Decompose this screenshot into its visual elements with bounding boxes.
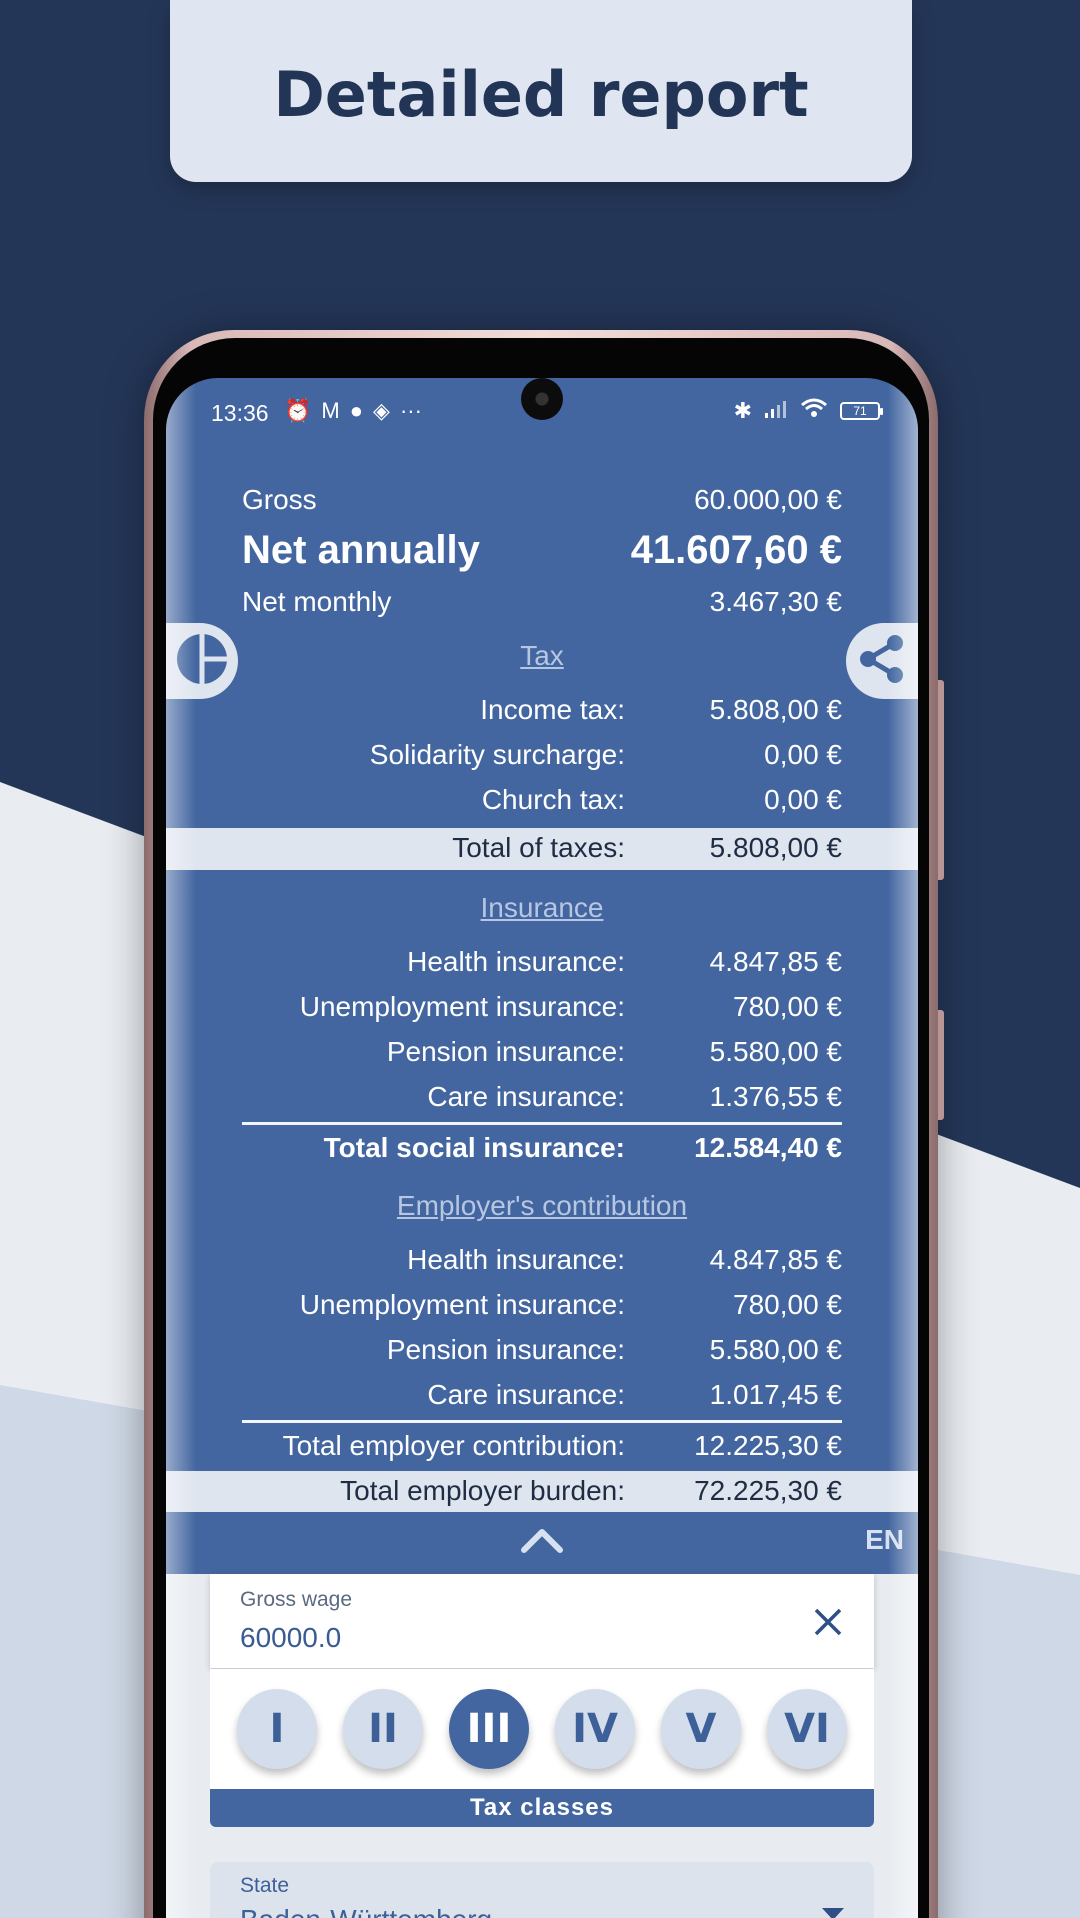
employer-unemployment-value: 780,00 € [733, 1289, 842, 1320]
total-social-insurance-value: 12.584,40 € [694, 1132, 842, 1163]
chevron-up-icon[interactable] [520, 1526, 564, 1559]
total-taxes-row: Total of taxes: 5.808,00 € [166, 828, 918, 870]
total-taxes-value: 5.808,00 € [709, 832, 842, 863]
total-social-insurance-label: Total social insurance: [323, 1132, 625, 1163]
total-employer-burden-value: 72.225,30 € [694, 1475, 842, 1506]
health-insurance-label: Health insurance: [407, 946, 625, 977]
status-icons-right: ✱ 71 [733, 398, 883, 424]
total-employer-burden-label: Total employer burden: [340, 1475, 625, 1506]
tax-classes-label: Tax classes [210, 1789, 874, 1827]
gross-wage-input[interactable]: 60000.0 [240, 1622, 341, 1654]
employer-divider [242, 1420, 842, 1423]
employer-care-label: Care insurance: [427, 1379, 625, 1410]
employer-pension-label: Pension insurance: [386, 1334, 625, 1365]
care-insurance-label: Care insurance: [427, 1081, 625, 1112]
battery-icon: 71 [840, 402, 883, 420]
dropdown-arrow-icon[interactable] [822, 1908, 844, 1918]
bluetooth-icon: ✱ [733, 398, 752, 423]
app-icon: ● [349, 398, 364, 423]
solidarity-label: Solidarity surcharge: [369, 739, 625, 770]
power-button [938, 1010, 944, 1120]
total-employer-contribution-value: 12.225,30 € [694, 1430, 842, 1461]
employer-section-title[interactable]: Employer's contribution [166, 1190, 918, 1222]
unemployment-insurance-value: 780,00 € [733, 991, 842, 1022]
employer-health-value: 4.847,85 € [709, 1244, 842, 1275]
tax-class-i-button[interactable]: I [237, 1689, 317, 1769]
state-value[interactable]: Baden-Württemberg [240, 1904, 492, 1918]
solidarity-value: 0,00 € [764, 739, 842, 770]
tax-class-ii-button[interactable]: II [343, 1689, 423, 1769]
language-button[interactable]: EN [865, 1524, 904, 1556]
unemployment-insurance-label: Unemployment insurance: [299, 991, 625, 1022]
tax-class-selector: I II III IV V VI [210, 1669, 874, 1789]
net-annual-label: Net annually [242, 528, 480, 572]
tax-class-v-button[interactable]: V [661, 1689, 741, 1769]
volume-button [938, 680, 944, 880]
front-camera [521, 378, 563, 420]
tax-class-iv-button[interactable]: IV [555, 1689, 635, 1769]
employer-health-label: Health insurance: [407, 1244, 625, 1275]
pension-insurance-label: Pension insurance: [386, 1036, 625, 1067]
care-insurance-value: 1.376,55 € [709, 1081, 842, 1112]
state-label: State [240, 1874, 290, 1897]
gmail-icon: M [321, 398, 340, 423]
insurance-section-title[interactable]: Insurance [166, 892, 918, 924]
tax-section-title[interactable]: Tax [166, 640, 918, 672]
status-bar: 13:36 ⏰ M ● ◈ ··· ✱ 71 [166, 378, 918, 448]
phone-screen: 13:36 ⏰ M ● ◈ ··· ✱ 71 Gross 60.000,00 €… [166, 378, 918, 1918]
gross-wage-label: Gross wage [240, 1588, 353, 1611]
state-dropdown[interactable]: State Baden-Württemberg [210, 1862, 874, 1918]
total-employer-burden-row: Total employer burden: 72.225,30 € [166, 1471, 918, 1513]
total-taxes-label: Total of taxes: [452, 832, 625, 863]
tax-class-iii-button[interactable]: III [449, 1689, 529, 1769]
employer-unemployment-label: Unemployment insurance: [299, 1289, 625, 1320]
income-tax-value: 5.808,00 € [709, 694, 842, 725]
employer-pension-value: 5.580,00 € [709, 1334, 842, 1365]
gross-value: 60.000,00 € [694, 484, 842, 515]
income-tax-label: Income tax: [480, 694, 625, 725]
net-monthly-label: Net monthly [242, 586, 392, 617]
total-employer-contribution-label: Total employer contribution: [282, 1430, 625, 1461]
net-monthly-value: 3.467,30 € [709, 586, 842, 617]
gross-label: Gross [242, 484, 317, 515]
status-icons-left: ⏰ M ● ◈ ··· [284, 398, 422, 424]
alarm-icon: ⏰ [284, 398, 312, 423]
wifi-icon [800, 398, 828, 424]
church-tax-value: 0,00 € [764, 784, 842, 815]
collapse-bar[interactable]: EN [166, 1512, 918, 1574]
employer-care-value: 1.017,45 € [709, 1379, 842, 1410]
banner-title: Detailed report [273, 57, 809, 131]
insurance-divider [242, 1122, 842, 1125]
tax-class-vi-button[interactable]: VI [767, 1689, 847, 1769]
health-insurance-value: 4.847,85 € [709, 946, 842, 977]
status-time: 13:36 [211, 400, 269, 426]
signal-icon [764, 398, 788, 424]
pension-insurance-value: 5.580,00 € [709, 1036, 842, 1067]
church-tax-label: Church tax: [481, 784, 625, 815]
close-icon[interactable] [810, 1604, 846, 1640]
promo-banner: Detailed report [170, 0, 912, 182]
net-annual-value: 41.607,60 € [630, 528, 842, 572]
layers-icon: ◈ [373, 398, 390, 423]
gross-wage-field[interactable]: Gross wage 60000.0 [210, 1574, 874, 1668]
more-icon: ··· [399, 398, 422, 423]
